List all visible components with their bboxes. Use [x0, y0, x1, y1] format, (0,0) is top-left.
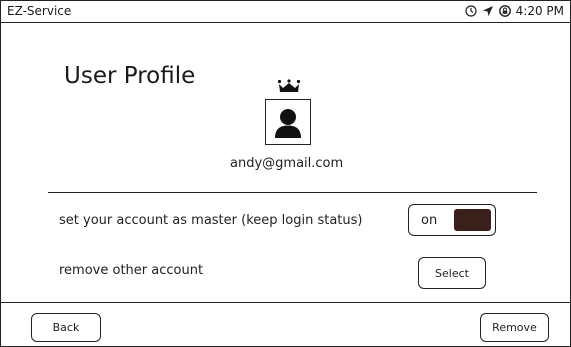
- rotation-lock-icon: [498, 5, 511, 17]
- app-screen: EZ-Service 4:20 PM User Profile andy@gma…: [0, 0, 571, 347]
- alarm-clock-icon: [465, 5, 477, 17]
- app-name: EZ-Service: [7, 4, 72, 18]
- remove-account-label: remove other account: [59, 263, 204, 278]
- toggle-state-label: on: [421, 213, 438, 228]
- select-button[interactable]: Select: [418, 257, 486, 289]
- page-title: User Profile: [64, 63, 196, 89]
- user-email: andy@gmail.com: [230, 156, 344, 171]
- user-silhouette-icon: [275, 109, 301, 138]
- toggle-knob: [454, 209, 491, 231]
- remove-button[interactable]: Remove: [480, 313, 549, 342]
- bottom-bar: Back Remove: [1, 302, 570, 346]
- status-icons: 4:20 PM: [465, 4, 564, 18]
- crown-icon: [277, 78, 301, 92]
- divider: [48, 192, 537, 193]
- status-time: 4:20 PM: [515, 4, 564, 18]
- status-bar: EZ-Service 4:20 PM: [1, 1, 570, 23]
- avatar[interactable]: [265, 99, 311, 145]
- location-arrow-icon: [482, 5, 494, 17]
- master-account-label: set your account as master (keep login s…: [59, 213, 363, 228]
- master-account-toggle[interactable]: on: [408, 204, 496, 236]
- back-button[interactable]: Back: [31, 313, 101, 342]
